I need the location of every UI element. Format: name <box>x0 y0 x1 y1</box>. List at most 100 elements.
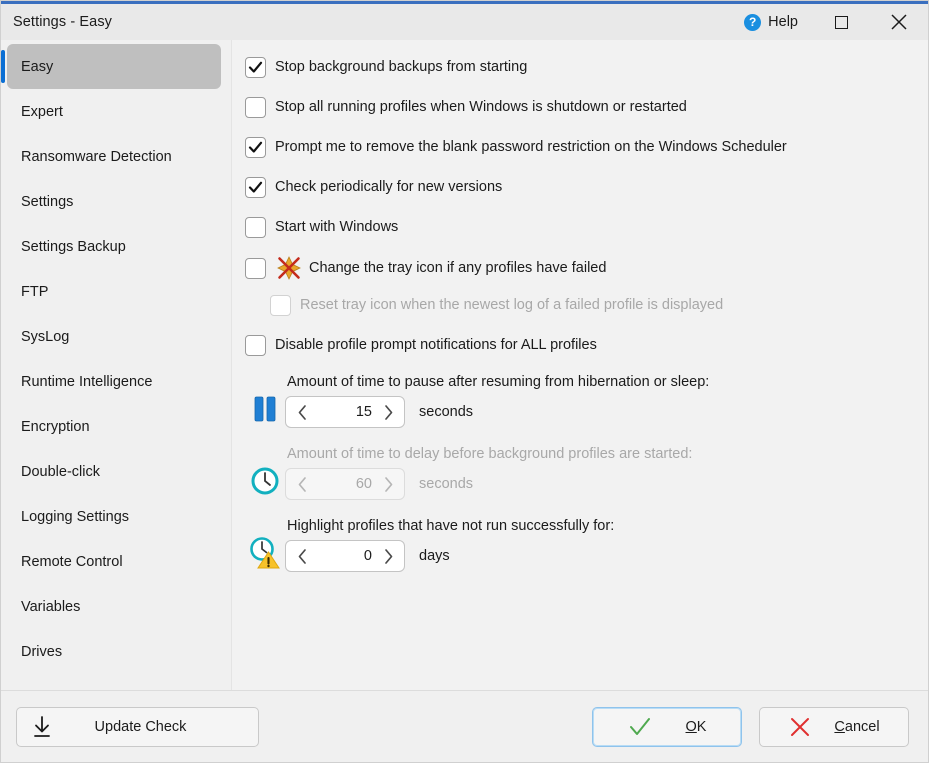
sidebar-item-settings[interactable]: Settings <box>7 179 221 224</box>
checkbox-start-with-windows[interactable] <box>245 216 266 238</box>
sidebar-item-label: Drives <box>21 643 63 660</box>
ok-button[interactable]: OK <box>592 706 742 747</box>
checkbox-row-disable-profile-prompts[interactable]: Disable profile prompt notifications for… <box>245 332 928 358</box>
title-bar: Settings - Easy ? Help <box>1 4 928 40</box>
checkbox-label: Check periodically for new versions <box>275 179 503 195</box>
pause-after-resume-caption: Amount of time to pause after resuming f… <box>287 374 710 390</box>
checkbox-row-change-tray-icon[interactable]: Change the tray icon if any profiles hav… <box>245 254 928 282</box>
sidebar-item-label: Ransomware Detection <box>21 148 172 165</box>
sidebar-item-settings-backup[interactable]: Settings Backup <box>7 224 221 269</box>
checkbox-stop-all-running-profiles[interactable] <box>245 96 266 118</box>
sidebar-item-drives[interactable]: Drives <box>7 629 221 674</box>
checkbox-label: Disable profile prompt notifications for… <box>275 337 597 353</box>
checkbox-row-start-with-windows[interactable]: Start with Windows <box>245 214 928 240</box>
close-icon <box>891 14 907 30</box>
cancel-button-label: Cancel <box>834 719 879 735</box>
checkbox-prompt-blank-password[interactable] <box>245 136 266 158</box>
dialog-footer: Update Check OK Cancel <box>1 690 928 762</box>
checkbox-row-reset-tray-icon[interactable]: Reset tray icon when the newest log of a… <box>270 292 928 318</box>
sidebar-item-ransomware-detection[interactable]: Ransomware Detection <box>7 134 221 179</box>
pause-after-resume-stepper[interactable]: 15 <box>285 396 405 428</box>
sidebar-item-encryption[interactable]: Encryption <box>7 404 221 449</box>
checkbox-row-stop-background-backups[interactable]: Stop background backups from starting <box>245 54 928 80</box>
clock-icon <box>245 446 285 502</box>
checkbox-row-check-new-versions[interactable]: Check periodically for new versions <box>245 174 928 200</box>
sidebar-item-variables[interactable]: Variables <box>7 584 221 629</box>
sidebar-item-label: Encryption <box>21 418 90 435</box>
sidebar-item-syslog[interactable]: SysLog <box>7 314 221 359</box>
checkbox-stop-background-backups[interactable] <box>245 56 266 78</box>
sidebar-item-remote-control[interactable]: Remote Control <box>7 539 221 584</box>
delay-background-profiles-stepper[interactable]: 60 <box>285 468 405 500</box>
checkbox-label: Stop background backups from starting <box>275 59 528 75</box>
maximize-icon <box>834 15 848 29</box>
setting-delay-background-profiles: Amount of time to delay before backgroun… <box>245 446 928 502</box>
sidebar-item-ftp[interactable]: FTP <box>7 269 221 314</box>
pause-icon <box>245 374 285 430</box>
sidebar-item-expert[interactable]: Expert <box>7 89 221 134</box>
sidebar-item-runtime-intelligence[interactable]: Runtime Intelligence <box>7 359 221 404</box>
checkmark-icon <box>628 715 652 739</box>
checkbox-label: Stop all running profiles when Windows i… <box>275 99 687 115</box>
checkmark-icon <box>248 141 263 153</box>
sidebar-item-label: Settings <box>21 193 74 210</box>
sidebar-item-label: SysLog <box>21 328 70 345</box>
pause-after-resume-value[interactable]: 15 <box>310 404 380 420</box>
ok-accelerator: O <box>685 718 697 735</box>
tray-failed-icon <box>275 254 303 282</box>
close-button[interactable] <box>870 4 928 40</box>
cross-icon <box>788 715 812 739</box>
sidebar-item-label: Expert <box>21 103 63 120</box>
setting-highlight-failed-profiles: Highlight profiles that have not run suc… <box>245 518 928 574</box>
easy-settings-panel: Stop background backups from starting St… <box>232 40 928 690</box>
maximize-button[interactable] <box>812 4 870 40</box>
highlight-failed-profiles-value[interactable]: 0 <box>310 548 380 564</box>
title-bar-controls: ? Help <box>730 4 928 40</box>
checkbox-disable-profile-prompts[interactable] <box>245 334 266 356</box>
sidebar-item-label: Variables <box>21 598 81 615</box>
checkbox-label: Start with Windows <box>275 219 399 235</box>
stepper-decrement-icon[interactable] <box>294 404 310 421</box>
help-button[interactable]: ? Help <box>730 4 812 40</box>
sidebar-item-double-click[interactable]: Double-click <box>7 449 221 494</box>
download-icon <box>31 715 53 739</box>
highlight-failed-profiles-stepper[interactable]: 0 <box>285 540 405 572</box>
highlight-failed-profiles-caption: Highlight profiles that have not run suc… <box>287 518 615 534</box>
settings-window: Settings - Easy ? Help Easy Expert Ranso… <box>0 0 929 763</box>
delay-background-profiles-unit: seconds <box>419 476 474 492</box>
cancel-button[interactable]: Cancel <box>759 706 909 747</box>
checkbox-change-tray-icon[interactable] <box>245 257 266 279</box>
delay-background-profiles-value[interactable]: 60 <box>310 476 380 492</box>
update-check-label: Update Check <box>94 718 187 735</box>
checkbox-check-new-versions[interactable] <box>245 176 266 198</box>
checkbox-row-prompt-blank-password[interactable]: Prompt me to remove the blank password r… <box>245 134 928 160</box>
sidebar-item-label: Runtime Intelligence <box>21 373 153 390</box>
checkbox-label: Reset tray icon when the newest log of a… <box>300 297 724 313</box>
sidebar-item-label: Remote Control <box>21 553 123 570</box>
setting-pause-after-resume: Amount of time to pause after resuming f… <box>245 374 928 430</box>
update-check-button[interactable]: Update Check <box>16 706 259 747</box>
sidebar-item-easy[interactable]: Easy <box>1 44 221 89</box>
settings-sidebar: Easy Expert Ransomware Detection Setting… <box>1 40 232 690</box>
stepper-decrement-icon[interactable] <box>294 548 310 565</box>
checkbox-reset-tray-icon[interactable] <box>270 294 291 316</box>
cancel-accelerator: C <box>834 718 845 735</box>
sidebar-item-label: Double-click <box>21 463 100 480</box>
sidebar-item-label: FTP <box>21 283 49 300</box>
sidebar-item-logging-settings[interactable]: Logging Settings <box>7 494 221 539</box>
clock-warning-icon <box>245 518 285 574</box>
stepper-increment-icon[interactable] <box>380 404 396 421</box>
ok-rest: K <box>696 718 707 735</box>
window-title: Settings - Easy <box>13 14 113 30</box>
ok-button-label: OK <box>686 719 707 735</box>
checkbox-label: Prompt me to remove the blank password r… <box>275 139 787 155</box>
stepper-increment-icon[interactable] <box>380 548 396 565</box>
window-body: Easy Expert Ransomware Detection Setting… <box>1 40 928 690</box>
delay-background-profiles-caption: Amount of time to delay before backgroun… <box>287 446 693 462</box>
help-icon: ? <box>744 13 762 31</box>
checkbox-row-stop-all-running-profiles[interactable]: Stop all running profiles when Windows i… <box>245 94 928 120</box>
stepper-decrement-icon[interactable] <box>294 476 310 493</box>
stepper-increment-icon[interactable] <box>380 476 396 493</box>
sidebar-item-label: Easy <box>21 58 54 75</box>
help-button-label: Help <box>768 14 798 30</box>
